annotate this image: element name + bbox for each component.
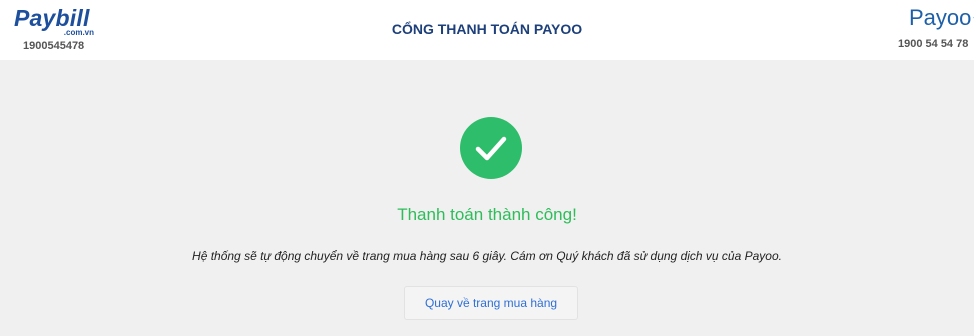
paybill-hotline: 1900545478: [23, 40, 85, 52]
header: Paybill .com.vn 1900545478 CỔNG THANH TO…: [0, 0, 974, 60]
payoo-brand[interactable]: Payoo⁘ 1900 54 54 78: [896, 6, 974, 56]
redirect-message: Hệ thống sẽ tự động chuyển về trang mua …: [192, 249, 782, 263]
payoo-logo-text: Payoo: [909, 6, 972, 30]
check-circle-icon: [460, 117, 522, 179]
main-content: Thanh toán thành công! Hệ thống sẽ tự độ…: [0, 60, 974, 336]
success-title: Thanh toán thành công!: [397, 205, 577, 224]
payoo-logo: Payoo⁘: [909, 6, 974, 30]
check-mark-icon: [475, 136, 507, 161]
page-title: CỔNG THANH TOÁN PAYOO: [391, 21, 583, 37]
back-to-shop-button[interactable]: Quay về trang mua hàng: [404, 286, 578, 320]
payoo-hotline: 1900 54 54 78: [898, 38, 969, 50]
